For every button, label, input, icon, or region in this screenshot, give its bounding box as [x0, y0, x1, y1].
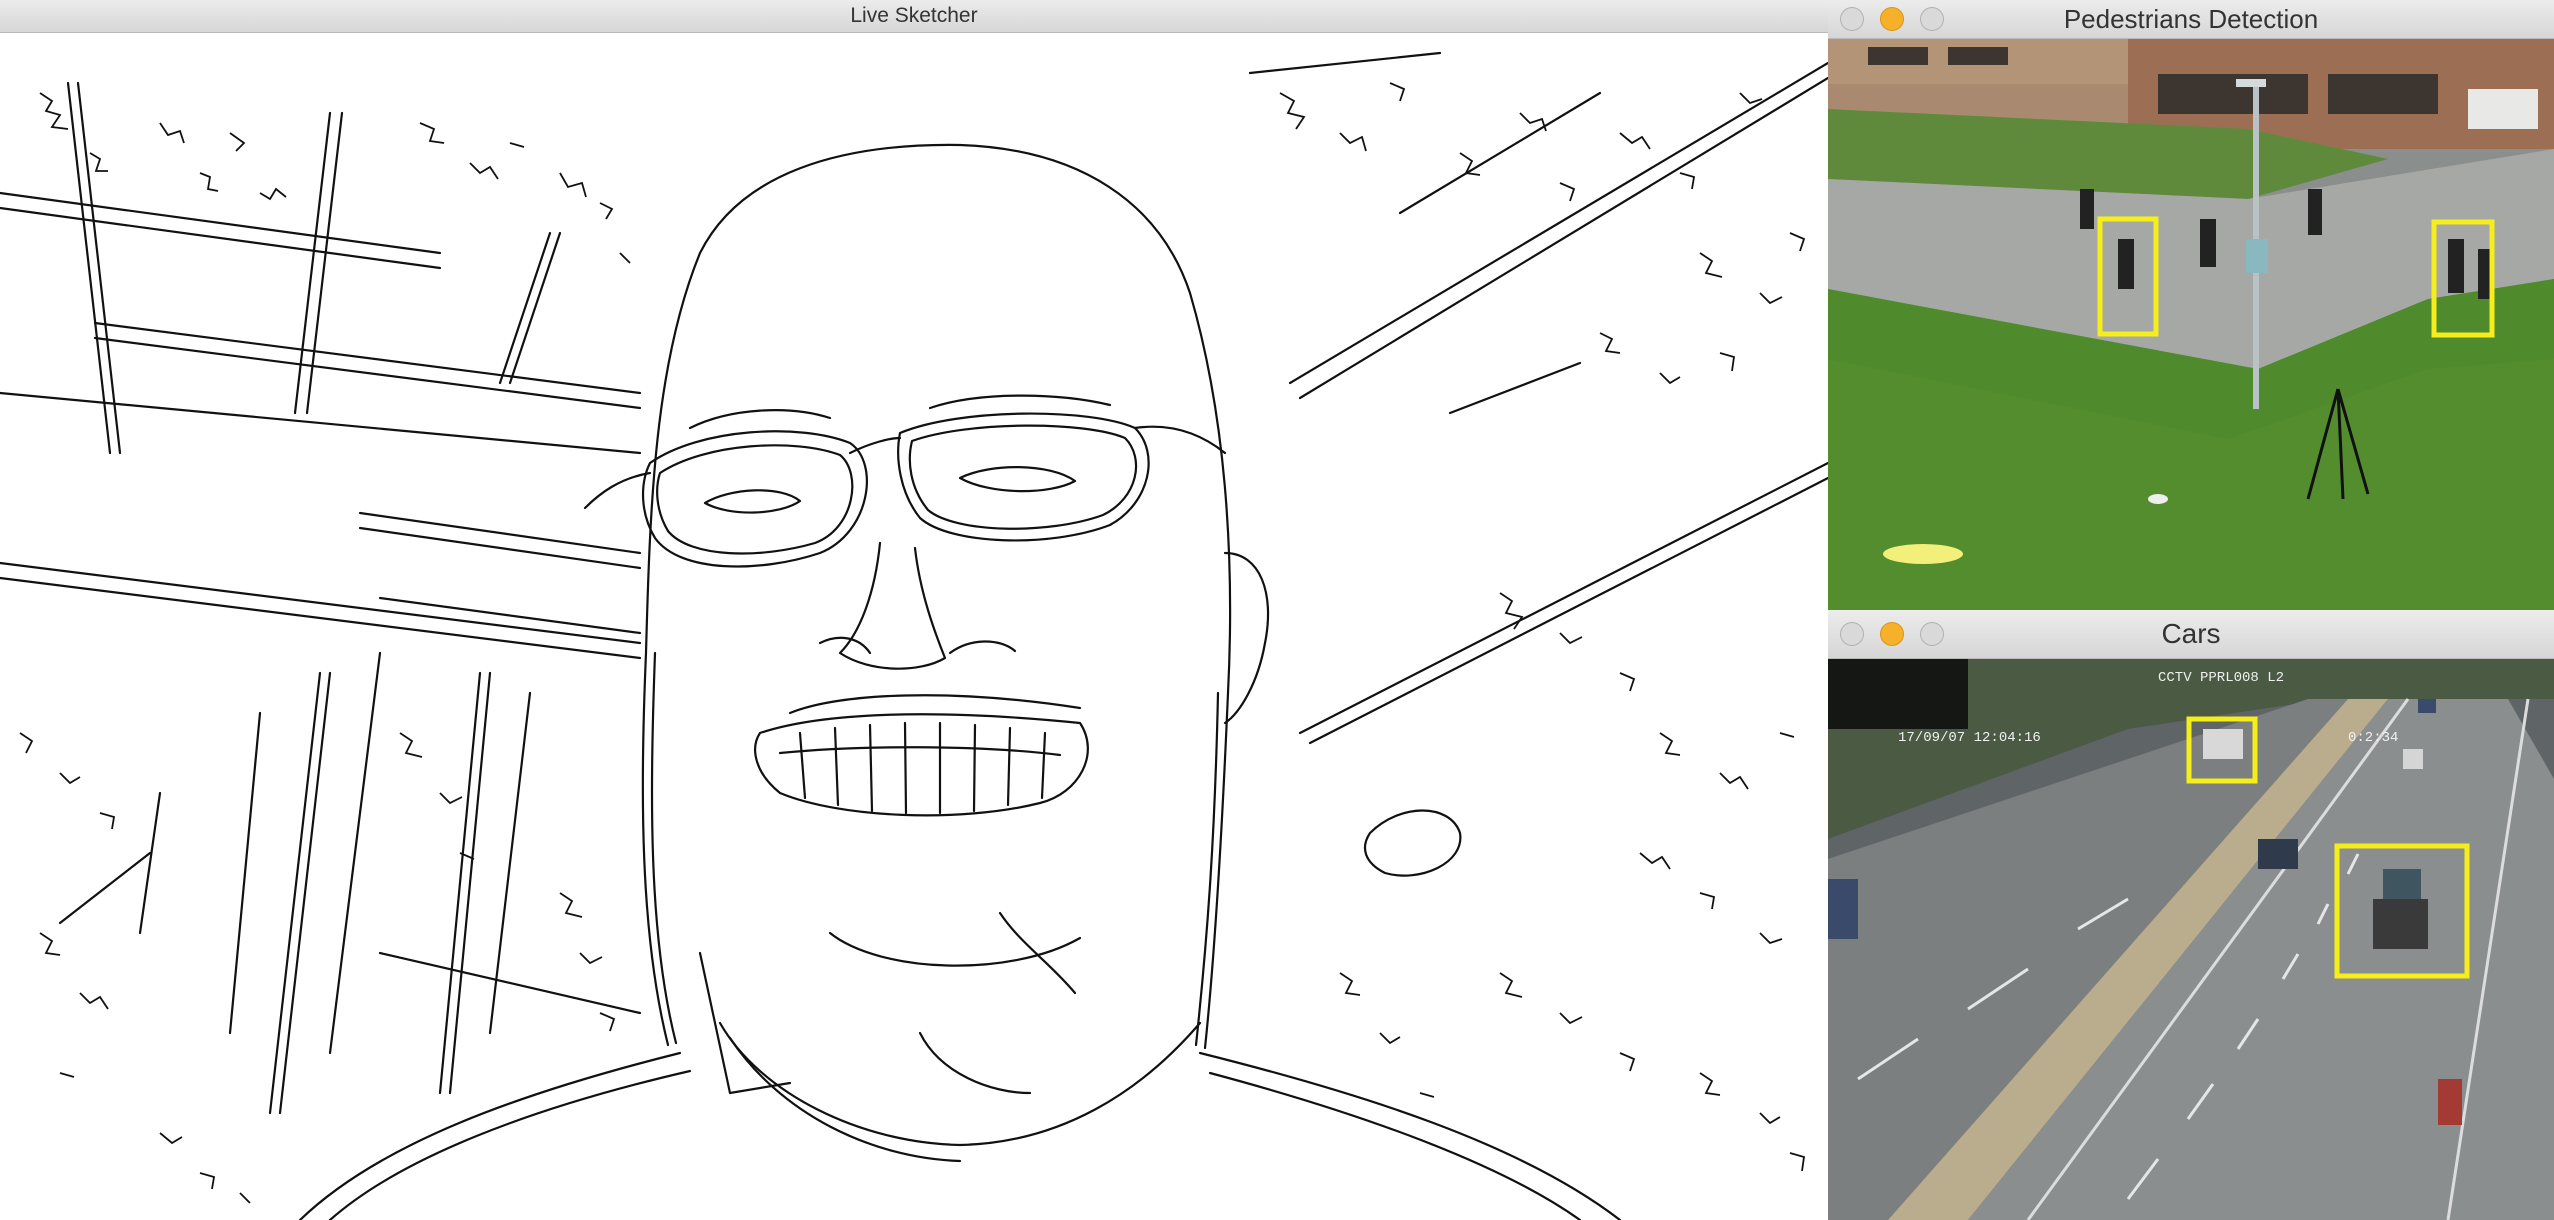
close-icon[interactable]	[1840, 7, 1864, 31]
timestamp-overlay: 17/09/07 12:04:16	[1898, 730, 2041, 746]
zoom-icon[interactable]	[1920, 622, 1944, 646]
cars-titlebar[interactable]: Cars	[1828, 610, 2554, 659]
cars-scene: CCTV PPRL008 L2 17/09/07 12:04:16 0:2:34	[1828, 659, 2554, 1220]
cars-video-frame: CCTV PPRL008 L2 17/09/07 12:04:16 0:2:34	[1828, 659, 2554, 1220]
zoom-icon[interactable]	[1920, 7, 1944, 31]
camera-id-overlay: CCTV PPRL008 L2	[2158, 670, 2284, 686]
minimize-icon[interactable]	[1880, 622, 1904, 646]
pedestrians-window-controls	[1840, 0, 1944, 38]
live-sketcher-window: Live Sketcher	[0, 0, 1828, 1220]
edge-sketch-image	[0, 51, 1828, 1220]
pedestrians-detection-window: Pedestrians Detection	[1828, 0, 2554, 610]
edge-sketch-canvas	[0, 33, 1828, 1220]
minimize-icon[interactable]	[1880, 7, 1904, 31]
corner-code-overlay: 0:2:34	[2348, 730, 2398, 746]
pedestrians-scene	[1828, 39, 2554, 610]
cars-window-controls	[1840, 610, 1944, 658]
live-sketcher-title: Live Sketcher	[850, 4, 978, 27]
pedestrians-titlebar[interactable]: Pedestrians Detection	[1828, 0, 2554, 39]
pedestrians-title: Pedestrians Detection	[2063, 3, 2319, 34]
cars-title: Cars	[2161, 618, 2221, 649]
pedestrians-video-frame	[1828, 39, 2554, 610]
cars-window: Cars CCTV PPRL008 L2 17/09/07 12:04:16 0	[1828, 610, 2554, 1220]
close-icon[interactable]	[1840, 622, 1864, 646]
live-sketcher-titlebar[interactable]: Live Sketcher	[0, 0, 1828, 33]
